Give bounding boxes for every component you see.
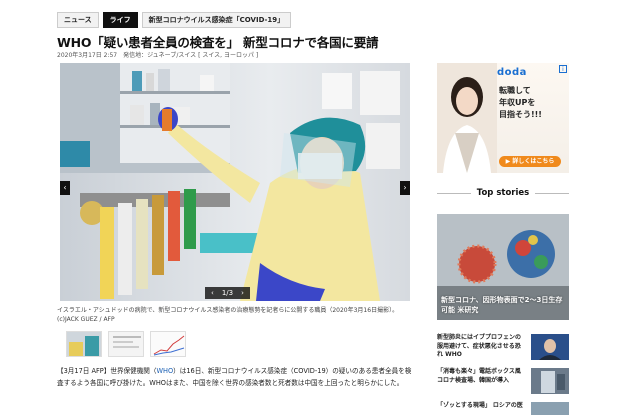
gallery-next-arrow[interactable]: › bbox=[400, 181, 410, 195]
story-title: 「ゾッとする現場」 ロシアの医 bbox=[437, 402, 523, 409]
story-item-3[interactable]: 「ゾッとする現場」 ロシアの医 bbox=[437, 402, 569, 415]
gallery-prev-icon[interactable]: ‹ bbox=[211, 289, 214, 297]
gallery-thumbnail-3[interactable] bbox=[150, 331, 186, 357]
gallery-prev-arrow[interactable]: ‹ bbox=[60, 181, 70, 195]
gallery-next-icon[interactable]: › bbox=[241, 289, 244, 297]
article-title: WHO「疑い患者全員の検査を」 新型コロナで各国に要請 bbox=[57, 35, 379, 50]
tag-covid19[interactable]: 新型コロナウイルス感染症「COVID-19」 bbox=[141, 12, 292, 28]
divider bbox=[535, 192, 570, 194]
gallery-pager: ‹ 1/3 › bbox=[205, 287, 250, 299]
story-thumbnail bbox=[531, 368, 569, 394]
who-link[interactable]: WHO bbox=[157, 367, 174, 375]
top-stories-label: Top stories bbox=[476, 188, 530, 198]
ad-info-icon[interactable]: i bbox=[559, 65, 567, 73]
tag-news[interactable]: ニュース bbox=[57, 12, 99, 28]
article-body-prefix: 【3月17日 AFP】世界保健機関（ bbox=[57, 367, 157, 375]
ad-headline: 転職して 年収UPを 目指そう!!! bbox=[499, 86, 542, 119]
doda-ad-banner[interactable]: doda 転職して 年収UPを 目指そう!!! ▶ 詳しくはこちら i bbox=[437, 63, 569, 173]
divider bbox=[437, 192, 471, 194]
ad-details-button[interactable]: ▶ 詳しくはこちら bbox=[499, 156, 561, 167]
featured-story-title: 新型コロナ、因形物表面で2～3日生存可能 米研究 bbox=[441, 296, 563, 314]
gallery-thumbnails bbox=[66, 331, 186, 357]
featured-story[interactable]: 新型コロナ、因形物表面で2～3日生存可能 米研究 bbox=[437, 214, 569, 320]
story-thumbnail bbox=[531, 334, 569, 360]
tag-life[interactable]: ライフ bbox=[102, 12, 138, 28]
photo-caption: イスラエル・アシュドッドの病院で、新型コロナウイルス感染者の治療態勢を記者らに公… bbox=[57, 307, 399, 323]
doda-logo: doda bbox=[497, 67, 527, 78]
category-tags: ニュース ライフ 新型コロナウイルス感染症「COVID-19」 bbox=[57, 12, 292, 28]
article-body: 【3月17日 AFP】世界保健機関（WHO）は16日、新型コロナウイルス感染症（… bbox=[57, 365, 417, 389]
story-item-1[interactable]: 新型肺炎にはイブプロフェンの服用避けて、症状悪化させる恐れ WHO bbox=[437, 334, 569, 360]
ad-person-image bbox=[437, 63, 497, 173]
story-title: 新型肺炎にはイブプロフェンの服用避けて、症状悪化させる恐れ WHO bbox=[437, 334, 522, 358]
hospital-photo-image bbox=[60, 63, 410, 301]
gallery-thumbnail-2[interactable] bbox=[108, 331, 144, 357]
story-title: 「消毒も楽々」電話ボックス風コロナ検査場、韓国が導入 bbox=[437, 368, 521, 384]
top-stories-heading: Top stories bbox=[437, 188, 570, 198]
story-thumbnail bbox=[531, 402, 569, 415]
story-item-2[interactable]: 「消毒も楽々」電話ボックス風コロナ検査場、韓国が導入 bbox=[437, 368, 569, 394]
gallery-counter: 1/3 bbox=[221, 289, 234, 297]
article-photo[interactable]: ‹ › ‹ 1/3 › bbox=[60, 63, 410, 301]
gallery-thumbnail-1[interactable] bbox=[66, 331, 102, 357]
article-meta: 2020年3月17日 2:57 発信地：ジュネーブ/スイス [ スイス, ヨーロ… bbox=[57, 52, 259, 59]
